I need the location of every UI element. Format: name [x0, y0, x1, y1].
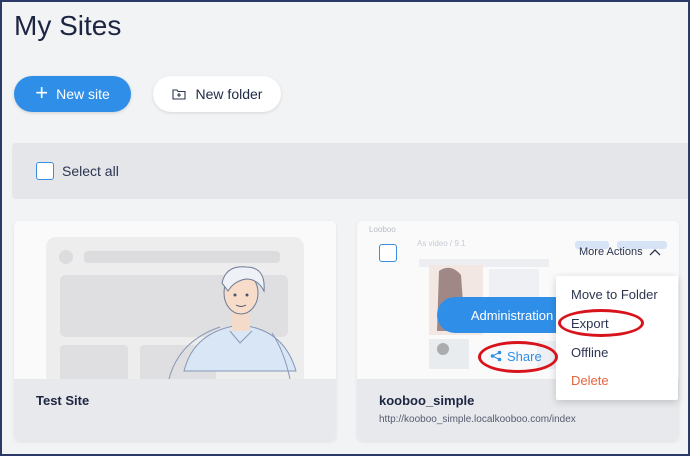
- more-actions-label: More Actions: [579, 246, 643, 258]
- folder-add-icon: [171, 89, 186, 100]
- site-card-footer: Test Site: [14, 379, 336, 441]
- page-title: My Sites: [14, 10, 122, 41]
- site-name[interactable]: kooboo_simple: [379, 393, 474, 408]
- new-folder-button[interactable]: New folder: [153, 76, 281, 112]
- more-actions-button[interactable]: More Actions: [579, 246, 661, 258]
- menu-item-move-to-folder[interactable]: Move to Folder: [571, 287, 658, 302]
- select-all-checkbox[interactable]: [36, 162, 54, 180]
- share-button[interactable]: Share: [490, 345, 542, 367]
- site-select-checkbox[interactable]: [379, 244, 397, 262]
- more-actions-menu: Move to Folder Export Offline Delete: [556, 276, 678, 400]
- plus-icon: +: [35, 80, 49, 105]
- select-all-label[interactable]: Select all: [62, 163, 119, 179]
- selection-bar: Select all: [12, 143, 690, 199]
- new-folder-label: New folder: [195, 86, 263, 102]
- site-url[interactable]: http://kooboo_simple.localkooboo.com/ind…: [379, 414, 576, 425]
- menu-item-offline[interactable]: Offline: [571, 345, 608, 360]
- site-thumbnail: [14, 221, 336, 379]
- share-icon: [490, 350, 502, 362]
- new-site-label: New site: [56, 86, 110, 102]
- share-label: Share: [507, 348, 542, 364]
- site-card[interactable]: Test Site: [14, 221, 336, 441]
- administration-label: Administration: [470, 307, 554, 323]
- new-site-button[interactable]: + New site: [14, 76, 131, 112]
- site-name[interactable]: Test Site: [36, 393, 89, 408]
- menu-item-delete[interactable]: Delete: [571, 373, 609, 388]
- chevron-up-icon: [649, 249, 661, 256]
- site-placeholder-illustration: [46, 237, 304, 379]
- menu-item-export[interactable]: Export: [571, 316, 609, 331]
